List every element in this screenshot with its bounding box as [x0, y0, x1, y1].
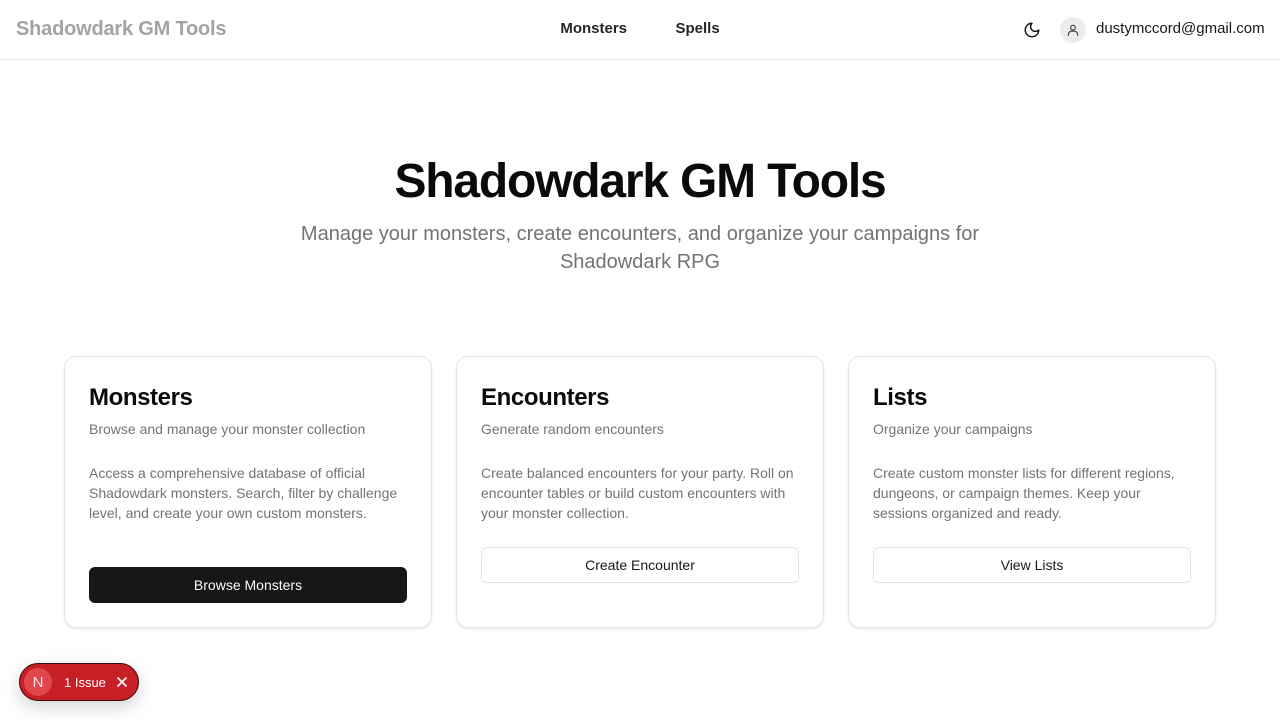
top-navbar: Shadowdark GM Tools Monsters Spells dust…: [0, 0, 1280, 60]
card-subtitle: Organize your campaigns: [873, 421, 1033, 437]
card-subtitle: Generate random encounters: [481, 421, 664, 437]
user-avatar[interactable]: [1060, 17, 1086, 43]
create-encounter-button[interactable]: Create Encounter: [481, 547, 799, 583]
browse-monsters-button[interactable]: Browse Monsters: [89, 567, 407, 603]
dev-issues-badge[interactable]: N 1 Issue: [19, 663, 139, 701]
n-logo-icon[interactable]: N: [24, 668, 52, 696]
card-monsters: Monsters Browse and manage your monster …: [64, 356, 432, 628]
card-title: Monsters: [89, 384, 193, 411]
card-lists: Lists Organize your campaigns Create cus…: [848, 356, 1216, 628]
page-title: Shadowdark GM Tools: [394, 155, 886, 208]
view-lists-button[interactable]: View Lists: [873, 547, 1191, 583]
card-title: Lists: [873, 384, 928, 411]
close-icon[interactable]: [114, 674, 130, 690]
card-title: Encounters: [481, 384, 610, 411]
card-encounters: Encounters Generate random encounters Cr…: [456, 356, 824, 628]
card-description: Create custom monster lists for differen…: [873, 465, 1175, 521]
user-email[interactable]: dustymccord@gmail.com: [1096, 20, 1265, 37]
card-subtitle: Browse and manage your monster collectio…: [89, 421, 366, 437]
user-icon: [1067, 24, 1079, 36]
card-description: Create balanced encounters for your part…: [481, 465, 794, 521]
issues-count-label[interactable]: 1 Issue: [64, 675, 106, 690]
theme-toggle-button[interactable]: [1020, 18, 1044, 42]
card-description: Access a comprehensive database of offic…: [89, 465, 398, 521]
moon-icon: [1024, 22, 1040, 38]
main-nav: Monsters Spells: [0, 20, 1280, 38]
nav-link-monsters[interactable]: Monsters: [560, 20, 627, 37]
nav-link-spells[interactable]: Spells: [675, 20, 719, 37]
page-subtitle: Manage your monsters, create encounters,…: [300, 223, 980, 273]
